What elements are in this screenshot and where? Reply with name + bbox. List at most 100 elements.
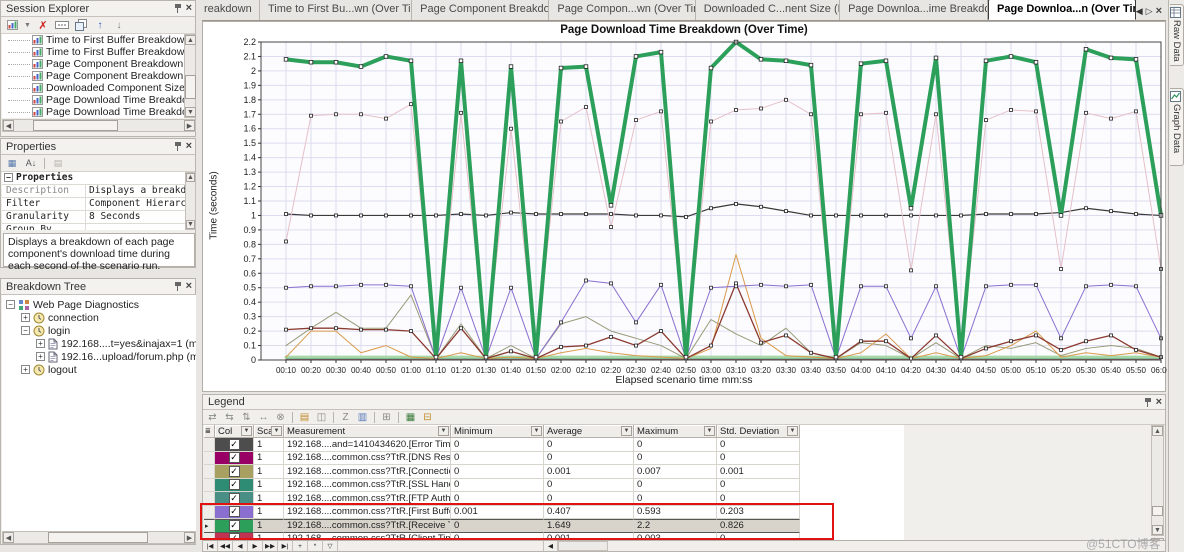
nav-prev-page-icon[interactable]: ◀◀ [218, 541, 233, 551]
combine-graphs-icon[interactable]: ⇅ [239, 411, 254, 424]
pin-icon[interactable] [174, 142, 182, 151]
column-header-maximum[interactable]: Maximum▼ [634, 425, 717, 438]
series-visible-checkbox[interactable]: ✓ [229, 439, 240, 450]
legend-row[interactable]: ▸✓1192.168....common.css?TtR.[Receive Ti… [204, 519, 904, 533]
graph-tab[interactable]: Downloaded C...nent Size (KB) [696, 0, 840, 20]
legend-row[interactable]: ✓1192.168....common.css?TtR.[SSL Handsha… [204, 479, 904, 493]
properties-group-header[interactable]: −Properties [2, 172, 185, 185]
session-tree-item[interactable]: Page Download Time Breakdown [2, 94, 184, 106]
grid-options-icon[interactable]: ⊟ [420, 411, 435, 424]
breakdown-tree-item[interactable]: +192.168....t=yes&inajax=1 (main URL) [2, 337, 196, 350]
graph-tab[interactable]: reakdown [202, 0, 260, 20]
filter-dropdown-icon[interactable]: ▼ [621, 426, 632, 436]
tab-scroll-right-icon[interactable]: ▷ [1146, 6, 1153, 17]
expand-icon[interactable]: + [36, 339, 45, 348]
nav-refresh-icon[interactable]: * [308, 541, 323, 551]
column-header-measurement[interactable]: Measurement▼ [284, 425, 451, 438]
expand-icon[interactable]: + [36, 352, 45, 361]
session-tree-hscrollbar[interactable]: ◀ ▶ [2, 119, 196, 132]
property-row[interactable]: DescriptionDisplays a breakdown [2, 185, 185, 198]
series-visible-checkbox[interactable]: ✓ [229, 466, 240, 477]
breakdown-tree-item[interactable]: +connection [2, 311, 196, 324]
nav-next-page-icon[interactable]: ▶▶ [263, 541, 278, 551]
merge-graphs-icon[interactable]: ⇄ [205, 411, 220, 424]
column-header-col[interactable]: Col▼ [215, 425, 254, 438]
series-visible-checkbox[interactable]: ✓ [229, 520, 240, 531]
session-tree-item[interactable]: Page Download Time Breakdown (O [2, 106, 184, 118]
expand-icon[interactable]: + [21, 313, 30, 322]
properties-vscrollbar[interactable]: ▲ ▼ [185, 172, 196, 230]
close-icon[interactable]: × [186, 142, 192, 151]
session-tree-vscrollbar[interactable]: ▲ ▼ [184, 34, 196, 118]
sort-icon[interactable]: Z [338, 411, 353, 424]
property-row[interactable]: FilterComponent Hierarchic [2, 198, 185, 211]
pin-icon[interactable] [1144, 398, 1152, 407]
property-row[interactable]: Group By [2, 224, 185, 230]
nav-filter-icon[interactable]: ▽ [323, 541, 338, 551]
save-icon[interactable]: ◫ [314, 411, 329, 424]
close-icon[interactable]: × [1156, 398, 1162, 407]
legend-row[interactable]: ✓1192.168....common.css?TtR.[Connection … [204, 465, 904, 479]
row-selector-cell[interactable] [204, 452, 215, 466]
remove-filter-icon[interactable]: ⊗ [273, 411, 288, 424]
row-selector-cell[interactable] [204, 438, 215, 452]
graph-tab[interactable]: Time to First Bu...wn (Over Time) [260, 0, 412, 20]
series-visible-checkbox[interactable]: ✓ [229, 493, 240, 504]
series-visible-checkbox[interactable]: ✓ [229, 506, 240, 517]
copy-icon[interactable]: ⊞ [379, 411, 394, 424]
collapse-icon[interactable]: − [21, 326, 30, 335]
nav-prev-icon[interactable]: ◀ [233, 541, 248, 551]
filter-dropdown-icon[interactable]: ▼ [787, 426, 798, 436]
categorized-icon[interactable]: ▦ [4, 156, 20, 170]
open-icon[interactable]: ▤ [297, 411, 312, 424]
chart-plot[interactable]: 00.10.20.30.40.50.60.70.80.911.11.21.31.… [203, 38, 1167, 374]
column-header-minimum[interactable]: Minimum▼ [451, 425, 544, 438]
filter-dropdown-icon[interactable]: ▼ [531, 426, 542, 436]
breakdown-tree-item[interactable]: +logout [2, 363, 196, 376]
row-selector-cell[interactable]: ▸ [204, 519, 215, 533]
legend-row[interactable]: ✓1192.168....common.css?TtR.[First Buffe… [204, 506, 904, 520]
pin-icon[interactable] [174, 282, 182, 291]
expand-icon[interactable]: + [21, 365, 30, 374]
hscroll-left-icon[interactable]: ◀ [543, 541, 558, 551]
session-tree-item[interactable]: Page Component Breakdown (Over [2, 70, 184, 82]
graph-tab[interactable]: Page Downloa...n (Over Time) [988, 0, 1136, 20]
dropdown-arrow-icon[interactable]: ▼ [23, 18, 32, 32]
graph-tab[interactable]: Page Downloa...ime Breakdown [840, 0, 988, 20]
filter-dropdown-icon[interactable]: ▼ [271, 426, 282, 436]
row-selector-cell[interactable] [204, 492, 215, 506]
session-tree-item[interactable]: Time to First Buffer Breakdown [2, 34, 184, 46]
column-chooser-icon[interactable]: ▥ [355, 411, 370, 424]
series-visible-checkbox[interactable]: ✓ [229, 452, 240, 463]
session-tree-item[interactable]: Time to First Buffer Breakdown (Ove [2, 46, 184, 58]
filter-dropdown-icon[interactable]: ▼ [438, 426, 449, 436]
move-down-icon[interactable]: ↓ [111, 18, 127, 32]
close-icon[interactable]: × [186, 4, 192, 13]
breakdown-hscrollbar[interactable]: ◀ ▶ [2, 531, 196, 544]
nav-first-icon[interactable]: |◀ [203, 541, 218, 551]
pin-icon[interactable] [174, 4, 182, 13]
filter-dropdown-icon[interactable]: ▼ [241, 426, 252, 436]
legend-row[interactable]: ✓1192.168....and=1410434620.[Error Time]… [204, 438, 904, 452]
collapse-icon[interactable]: − [4, 173, 13, 182]
legend-row[interactable]: ✓1192.168....common.css?TtR.[FTP Authent… [204, 492, 904, 506]
nav-insert-icon[interactable]: + [293, 541, 308, 551]
breakdown-tree-item[interactable]: +192.16...upload/forum.php (main URL) [2, 350, 196, 363]
breakdown-tree-item[interactable]: −Web Page Diagnostics [2, 298, 196, 311]
column-header-std-deviation[interactable]: Std. Deviation▼ [717, 425, 800, 438]
nav-next-icon[interactable]: ▶ [248, 541, 263, 551]
duplicate-icon[interactable] [73, 18, 89, 32]
row-selector-cell[interactable] [204, 506, 215, 520]
nav-last-icon[interactable]: ▶| [278, 541, 293, 551]
cross-with-result-icon[interactable]: ⇆ [222, 411, 237, 424]
filter-dropdown-icon[interactable]: ▼ [704, 426, 715, 436]
graph-tab[interactable]: Page Compon...wn (Over Time) [549, 0, 695, 20]
property-row[interactable]: Granularity8 Seconds [2, 211, 185, 224]
move-up-icon[interactable]: ↑ [92, 18, 108, 32]
close-icon[interactable]: × [186, 282, 192, 291]
row-selector-cell[interactable] [204, 479, 215, 493]
legend-row[interactable]: ✓1192.168....common.css?TtR.[DNS Resolut… [204, 452, 904, 466]
property-pages-icon[interactable]: ▤ [50, 156, 66, 170]
rename-icon[interactable] [54, 18, 70, 32]
tab-close-icon[interactable]: × [1156, 7, 1162, 16]
